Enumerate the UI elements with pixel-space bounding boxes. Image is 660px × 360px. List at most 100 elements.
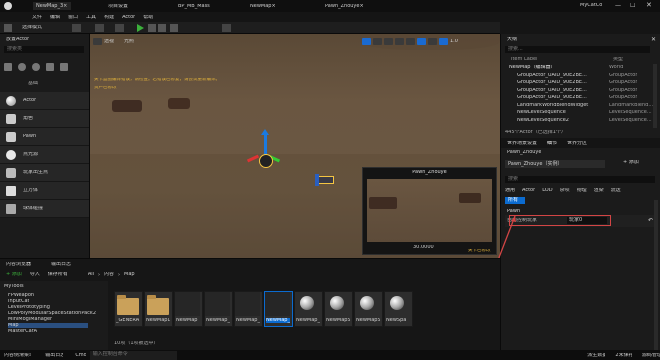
reset-icon[interactable]: ↶ [648, 217, 653, 224]
place-item-pawn[interactable]: Pawn [0, 128, 89, 146]
lit-button[interactable]: 光照 [124, 39, 134, 44]
selected-pawn[interactable] [259, 154, 273, 168]
derived-data-button[interactable]: 派生数据 [587, 353, 605, 358]
asset-tile[interactable]: NewMap_3 [234, 291, 263, 327]
camera-actor[interactable] [317, 176, 334, 184]
filter-tab[interactable]: 通用 [505, 188, 515, 193]
perspective-button[interactable]: 透视 [104, 39, 114, 44]
outliner-row[interactable]: NewLevelSequence2 LevelSequence... [501, 117, 660, 125]
platforms-icon[interactable] [222, 24, 231, 32]
asset-tile[interactable]: NewMapDir [144, 291, 173, 327]
filter-tab[interactable]: Actor [522, 188, 535, 193]
more-icon[interactable] [170, 24, 178, 32]
basic-icon[interactable] [18, 63, 26, 71]
save-icon[interactable] [4, 24, 12, 32]
auto-possess-dropdown[interactable]: 玩家0 [567, 217, 607, 224]
output-log-button[interactable]: 输出日志 [45, 353, 63, 358]
scale-snap-icon[interactable] [439, 37, 448, 45]
visual-icon[interactable] [60, 63, 68, 71]
filter-tab[interactable]: 物理 [577, 188, 587, 193]
asset-tile[interactable]: NewMap_5 [294, 291, 323, 327]
details-scrollbar[interactable] [654, 200, 658, 355]
tree-item[interactable]: InputCat [8, 299, 29, 304]
filter-tab[interactable]: 杂项 [560, 188, 570, 193]
play-icon[interactable] [137, 24, 144, 32]
tree-item[interactable]: LevelPrototyping [8, 305, 50, 310]
world-icon[interactable] [406, 37, 415, 45]
outliner-row[interactable]: GroupActor_UAID_90E2BE... GroupActor [501, 79, 660, 87]
outliner-row[interactable]: GroupActor_UAID_90E2BE... GroupActor [501, 94, 660, 102]
asset-tile[interactable]: _GENERATED [114, 291, 143, 327]
rock[interactable] [112, 100, 142, 112]
place-item-actor[interactable]: Actor [0, 92, 89, 110]
asset-tile[interactable]: NewMap [174, 291, 203, 327]
filter-tab[interactable]: 流送 [611, 188, 621, 193]
grid-snap-icon[interactable] [417, 37, 426, 45]
tab-newmap[interactable]: NewMap× [250, 4, 276, 9]
breadcrumb-content[interactable]: 内容 [104, 272, 114, 277]
save-all-button[interactable]: 保存所有 [48, 272, 68, 277]
tree-item[interactable]: MiniMogiManager [8, 317, 52, 322]
lights-icon[interactable] [32, 63, 40, 71]
tab-project-settings[interactable]: 项目设置 [108, 4, 128, 9]
asset-tile[interactable]: NewMapSky2 [354, 291, 383, 327]
add-button[interactable]: + 添加 [6, 272, 22, 277]
outliner-row[interactable]: NewLevelSequence LevelSequence... [501, 109, 660, 117]
recent-icon[interactable] [4, 63, 12, 71]
breadcrumb-map[interactable]: Map [124, 272, 135, 277]
outliner-row[interactable]: NewMap（编辑器） World [501, 64, 660, 72]
console-input[interactable]: 输入控制台命令 [89, 350, 178, 360]
place-item-character[interactable]: 角色 [0, 110, 89, 128]
close-icon[interactable]: ✕ [646, 2, 652, 9]
tab-world-partition[interactable]: 世界分区 [567, 141, 587, 146]
pause-icon[interactable] [148, 24, 156, 32]
source-control-button[interactable]: 源码管理 [642, 353, 660, 358]
tree-item[interactable]: MasterCarA [8, 329, 37, 334]
rock[interactable] [168, 98, 190, 109]
tab-content-browser[interactable]: 内容浏览器 [6, 262, 31, 267]
menu-help[interactable]: 帮助 [143, 15, 153, 20]
stop-icon[interactable] [158, 24, 166, 32]
menu-actor[interactable]: Actor [122, 15, 135, 20]
maximize-icon[interactable]: ☐ [630, 3, 635, 9]
place-item-point-light[interactable]: 点光源 [0, 146, 89, 164]
rotate-icon[interactable] [384, 37, 393, 45]
move-icon[interactable] [373, 37, 382, 45]
outliner-scrollbar[interactable] [653, 64, 657, 128]
unsaved-button[interactable]: 2未保存 [615, 353, 631, 358]
outliner-row[interactable]: GroupActor_UAID_90E2BE... GroupActor [501, 87, 660, 95]
close-icon[interactable]: ✕ [651, 36, 656, 43]
outliner-search[interactable]: 搜索... [505, 46, 650, 53]
shapes-icon[interactable] [46, 63, 54, 71]
mode-selector[interactable]: 选择模式 [22, 25, 42, 30]
minimize-icon[interactable]: — [615, 3, 621, 9]
outliner-row[interactable]: LandmarkWorldBlendWidget LandmarkBlend... [501, 102, 660, 110]
sequencer-icon[interactable] [115, 24, 124, 32]
asset-tile[interactable]: NewSpa [384, 291, 413, 327]
details-search[interactable]: 搜索 [505, 176, 655, 183]
tree-item[interactable]: LowPolyModularSpaceStationPack2 [8, 311, 96, 316]
tab-output-log[interactable]: 输出日志 [51, 262, 71, 267]
place-item-sphere-collision[interactable]: 球体碰撞 [0, 200, 89, 218]
add-component-button[interactable]: + 添加 [623, 160, 639, 165]
tab-details[interactable]: 细节 [547, 141, 557, 146]
menu-edit[interactable]: 编辑 [50, 15, 60, 20]
tree-item-selected[interactable]: Map [8, 323, 88, 328]
tab-pawn-zhouye[interactable]: Pawn_Zhouye× [325, 4, 364, 9]
tree-item[interactable]: FPWeapon [8, 293, 34, 298]
tab-newmap-3[interactable]: NewMap_3× [33, 2, 71, 10]
outliner-col-type[interactable]: 类型 [613, 57, 623, 62]
menu-tools[interactable]: 工具 [86, 15, 96, 20]
filter-tab-all[interactable]: 所有 [505, 197, 525, 204]
filter-tab[interactable]: 渲染 [594, 188, 604, 193]
select-icon[interactable] [362, 37, 371, 45]
component-instance[interactable]: Pawn_Zhouye（实例） [505, 160, 605, 168]
cmd-button[interactable]: Cmd [75, 353, 85, 358]
tab-bp-mb-mass[interactable]: BP_MB_Mass [178, 4, 210, 9]
tree-root[interactable]: MyTools [4, 284, 24, 289]
place-item-cube[interactable]: 立方体 [0, 182, 89, 200]
filter-tab[interactable]: LOD [542, 188, 552, 193]
outliner-col-label[interactable]: Item Label [511, 57, 537, 62]
menu-build[interactable]: 构建 [104, 15, 114, 20]
place-actors-search[interactable]: 搜索类 [4, 46, 84, 53]
